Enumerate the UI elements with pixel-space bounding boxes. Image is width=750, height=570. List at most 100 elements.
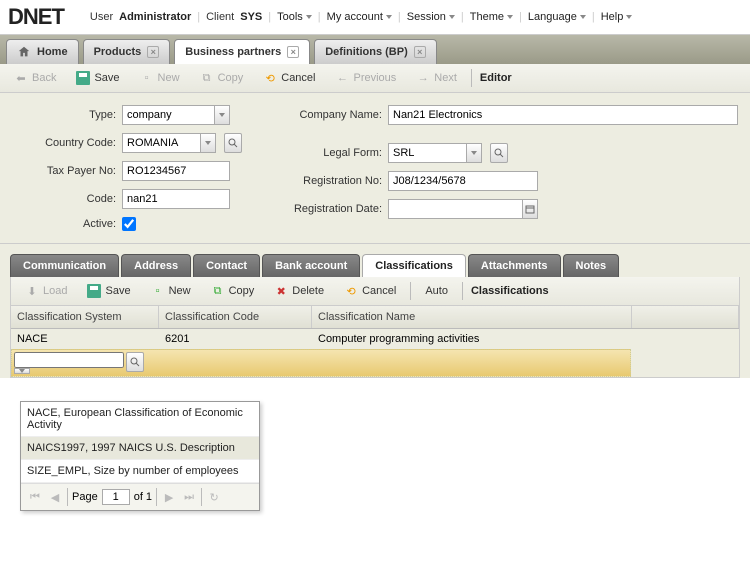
menu-tools[interactable]: Tools <box>277 11 312 23</box>
reg-date-picker-button[interactable] <box>522 199 538 219</box>
arrow-left-icon: ← <box>336 71 350 85</box>
previous-button[interactable]: ←Previous <box>330 68 403 88</box>
pager-page-input[interactable] <box>102 489 130 505</box>
column-header-name[interactable]: Classification Name <box>312 306 632 328</box>
subtab-classifications[interactable]: Classifications <box>362 254 466 277</box>
editor-label: Editor <box>480 72 512 84</box>
reg-no-label: Registration No: <box>262 175 382 187</box>
pager-prev-button[interactable]: ◀ <box>47 489 63 505</box>
form-area: Type: Country Code: Tax Payer No: Code: … <box>0 93 750 244</box>
subtab-address[interactable]: Address <box>121 254 191 277</box>
menu-my-account[interactable]: My account <box>327 11 392 23</box>
country-dropdown-button[interactable] <box>200 133 216 153</box>
company-name-input[interactable] <box>388 105 738 125</box>
grid-auto-button[interactable]: Auto <box>419 282 454 300</box>
menu-session[interactable]: Session <box>407 11 455 23</box>
type-input[interactable] <box>122 105 214 125</box>
reg-date-input[interactable] <box>388 199 522 219</box>
close-icon[interactable]: × <box>147 46 159 58</box>
copy-button[interactable]: ⧉Copy <box>194 68 250 88</box>
subtab-communication[interactable]: Communication <box>10 254 119 277</box>
close-icon[interactable]: × <box>287 46 299 58</box>
sub-tab-strip: Communication Address Contact Bank accou… <box>10 254 740 277</box>
legal-form-dropdown-button[interactable] <box>466 143 482 163</box>
next-button[interactable]: →Next <box>410 68 463 88</box>
column-header-system[interactable]: Classification System <box>11 306 159 328</box>
column-header-blank <box>632 306 739 328</box>
dropdown-option[interactable]: NAICS1997, 1997 NAICS U.S. Description <box>21 437 259 460</box>
delete-icon: ✖ <box>274 284 288 298</box>
editing-dropdown-button[interactable] <box>14 368 30 374</box>
code-input[interactable] <box>122 189 230 209</box>
chevron-down-icon <box>471 151 477 155</box>
grid-new-button[interactable]: ▫New <box>145 281 197 301</box>
chevron-down-icon <box>386 15 392 19</box>
grid-cancel-button[interactable]: ⟲Cancel <box>338 281 402 301</box>
reg-no-input[interactable] <box>388 171 538 191</box>
tax-input[interactable] <box>122 161 230 181</box>
home-icon <box>17 45 31 59</box>
cell-code: 6201 <box>159 329 312 349</box>
editing-system-input[interactable] <box>14 352 124 368</box>
grid-save-button[interactable]: Save <box>81 281 136 301</box>
grid-delete-button[interactable]: ✖Delete <box>268 281 330 301</box>
legal-form-label: Legal Form: <box>262 147 382 159</box>
legal-form-lookup-button[interactable] <box>490 143 508 163</box>
menu-theme[interactable]: Theme <box>470 11 513 23</box>
cell-name: Computer programming activities <box>312 329 632 349</box>
arrow-left-icon: ⬅ <box>14 71 28 85</box>
dropdown-option[interactable]: SIZE_EMPL, Size by number of employees <box>21 460 259 483</box>
cancel-icon: ⟲ <box>344 284 358 298</box>
editing-lookup-button[interactable] <box>126 352 144 372</box>
grid-toolbar: ⬇Load Save ▫New ⧉Copy ✖Delete ⟲Cancel Au… <box>11 277 739 306</box>
tab-definitions-bp[interactable]: Definitions (BP) × <box>314 39 437 64</box>
new-icon: ▫ <box>151 284 165 298</box>
grid-title: Classifications <box>471 285 549 297</box>
table-row[interactable]: NACE 6201 Computer programming activitie… <box>11 329 739 349</box>
tab-products[interactable]: Products × <box>83 39 171 64</box>
active-label: Active: <box>16 218 116 230</box>
dropdown-option[interactable]: NACE, European Classification of Economi… <box>21 402 259 437</box>
grid-copy-button[interactable]: ⧉Copy <box>205 281 261 301</box>
grid-panel: ⬇Load Save ▫New ⧉Copy ✖Delete ⟲Cancel Au… <box>10 277 740 378</box>
country-lookup-button[interactable] <box>224 133 242 153</box>
save-button[interactable]: Save <box>70 68 125 88</box>
type-dropdown-button[interactable] <box>214 105 230 125</box>
new-icon: ▫ <box>140 71 154 85</box>
user-value: Administrator <box>119 11 191 23</box>
subtab-contact[interactable]: Contact <box>193 254 260 277</box>
subtab-attachments[interactable]: Attachments <box>468 254 561 277</box>
pager-next-button[interactable]: ▶ <box>161 489 177 505</box>
table-row-editing[interactable] <box>11 349 631 377</box>
chevron-down-icon <box>19 369 25 373</box>
client-label: Client <box>206 11 234 23</box>
country-label: Country Code: <box>16 137 116 149</box>
pager-refresh-button[interactable]: ↻ <box>206 489 222 505</box>
chevron-down-icon <box>507 15 513 19</box>
new-button[interactable]: ▫New <box>134 68 186 88</box>
form-right-column: Company Name: Legal Form: Registration N… <box>262 105 738 231</box>
column-header-code[interactable]: Classification Code <box>159 306 312 328</box>
search-icon <box>228 138 238 148</box>
subtab-notes[interactable]: Notes <box>563 254 620 277</box>
search-icon <box>494 148 504 158</box>
reg-date-label: Registration Date: <box>262 203 382 215</box>
tax-label: Tax Payer No: <box>16 165 116 177</box>
close-icon[interactable]: × <box>414 46 426 58</box>
back-button[interactable]: ⬅Back <box>8 68 62 88</box>
pager-first-button[interactable]: ⏮ <box>27 489 43 505</box>
tab-business-partners[interactable]: Business partners × <box>174 39 310 64</box>
menu-help[interactable]: Help <box>601 11 633 23</box>
subtab-bank-account[interactable]: Bank account <box>262 254 360 277</box>
grid-load-button[interactable]: ⬇Load <box>19 281 73 301</box>
tab-home[interactable]: Home <box>6 39 79 64</box>
cancel-button[interactable]: ⟲Cancel <box>257 68 321 88</box>
country-input[interactable] <box>122 133 200 153</box>
menu-language[interactable]: Language <box>528 11 586 23</box>
copy-icon: ⧉ <box>200 71 214 85</box>
active-checkbox[interactable] <box>122 217 136 231</box>
logo: DNET <box>8 4 64 30</box>
pager-last-button[interactable]: ⏭ <box>181 489 197 505</box>
legal-form-input[interactable] <box>388 143 466 163</box>
chevron-down-icon <box>205 141 211 145</box>
